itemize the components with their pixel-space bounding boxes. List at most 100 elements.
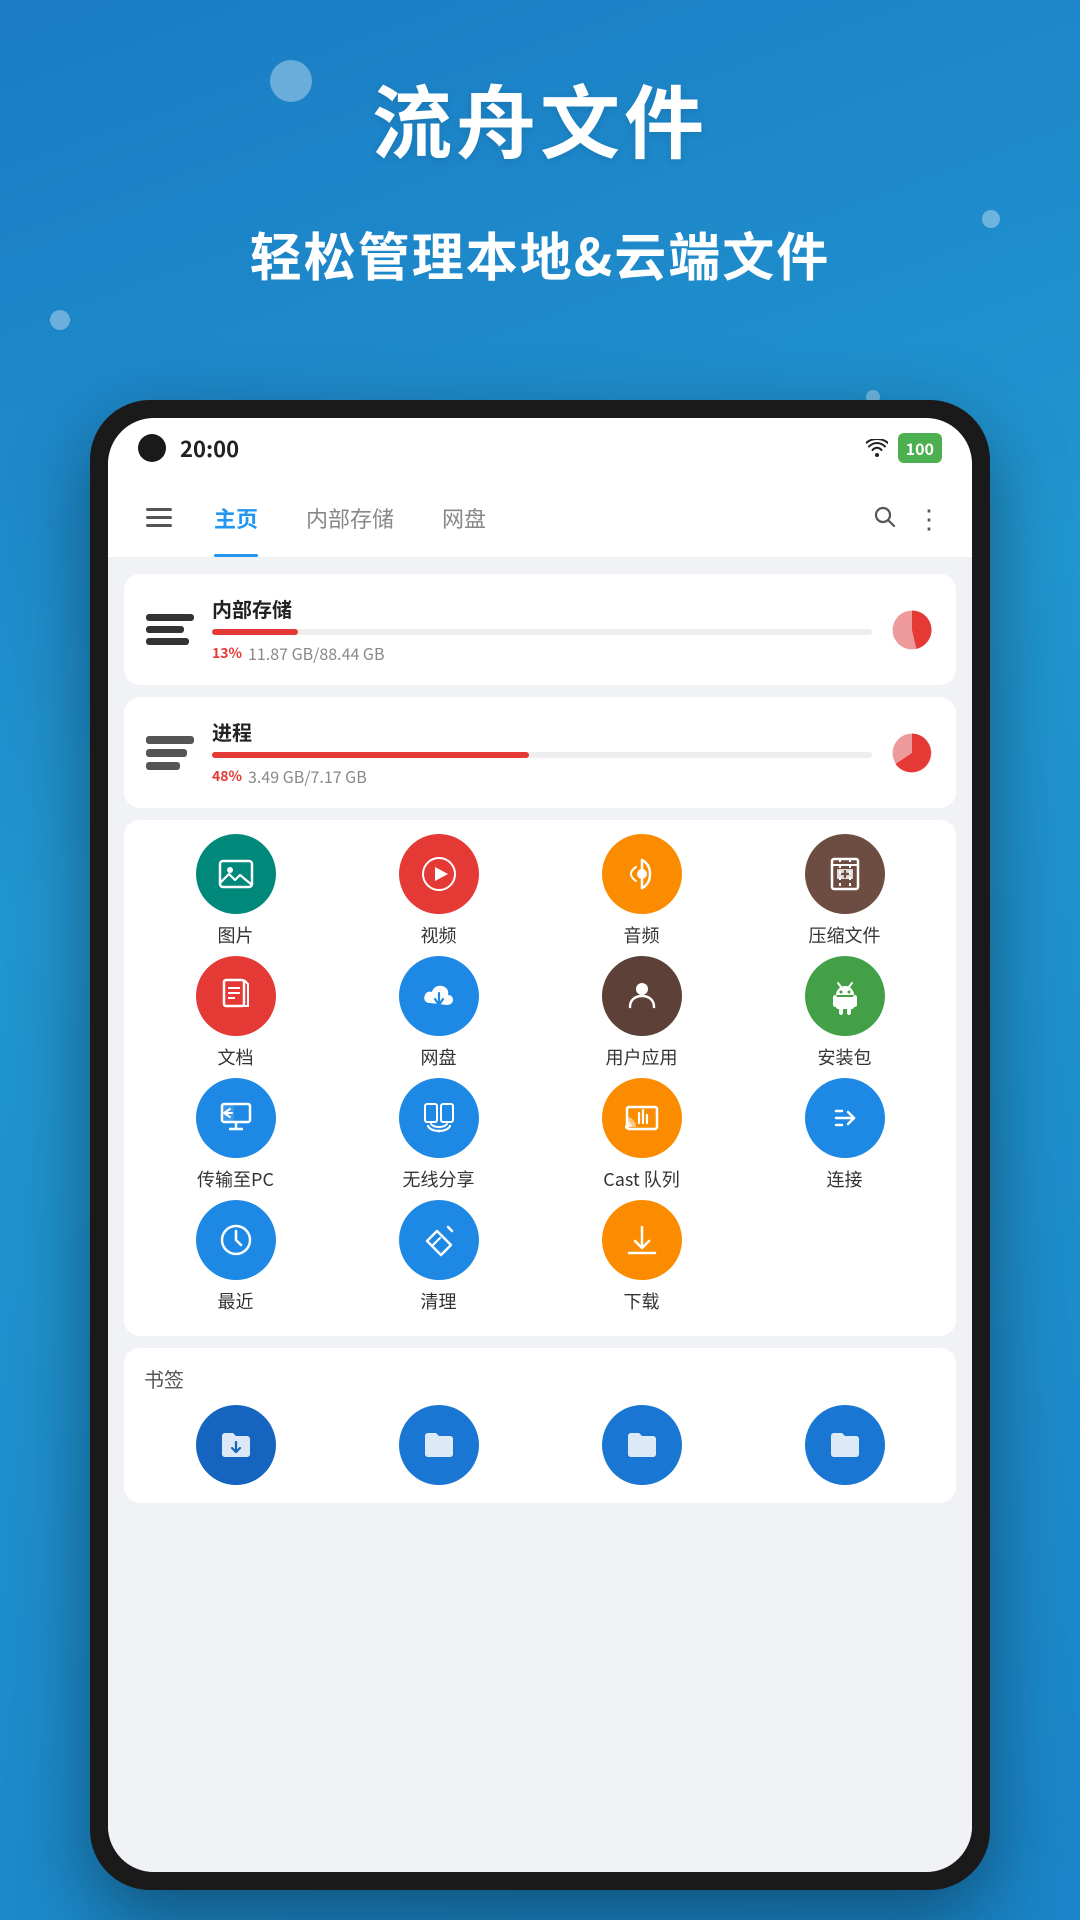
bookmark-section: 书签	[124, 1348, 956, 1503]
pc-icon	[196, 1078, 276, 1158]
phone-screen: 20:00 100	[108, 418, 972, 1872]
process-info: 进程 48% 3.49 GB/7.17 GB	[212, 717, 872, 788]
grid-item-connect[interactable]: 连接	[790, 1078, 900, 1192]
internal-storage-icon	[146, 606, 194, 654]
app-header: 流舟文件 轻松管理本地&云端文件	[0, 60, 1080, 291]
download-label: 下载	[624, 1288, 660, 1314]
grid-item-archive[interactable]: 压缩文件	[790, 834, 900, 948]
internal-pie	[890, 608, 934, 652]
doc-icon	[196, 956, 276, 1036]
grid-row-2: 文档 网盘 用户应用	[134, 956, 946, 1070]
wireless-label: 无线分享	[403, 1166, 475, 1192]
menu-icon[interactable]	[128, 499, 190, 536]
more-icon[interactable]: ⋮	[916, 499, 942, 536]
recent-label: 最近	[218, 1288, 254, 1314]
grid-item-video[interactable]: 视频	[384, 834, 494, 948]
clean-icon	[399, 1200, 479, 1280]
android-label: 安装包	[818, 1044, 872, 1070]
process-percent: 48%	[212, 766, 242, 786]
grid-item-cloud[interactable]: 网盘	[384, 956, 494, 1070]
grid-item-pc[interactable]: 传输至PC	[181, 1078, 291, 1192]
bookmark-item-3[interactable]	[587, 1405, 697, 1493]
bookmark-folder-icon-4	[805, 1405, 885, 1485]
userapp-icon	[602, 956, 682, 1036]
deco-dot-3	[50, 310, 70, 330]
bookmark-title: 书签	[134, 1364, 946, 1393]
nav-actions: ⋮	[872, 499, 952, 536]
camera-dot	[138, 434, 166, 462]
screen-content: 内部存储 13% 11.87 GB/88.44 GB	[108, 558, 972, 1872]
grid-item-image[interactable]: 图片	[181, 834, 291, 948]
nav-bar: 主页 内部存储 网盘 ⋮	[108, 478, 972, 558]
video-icon	[399, 834, 479, 914]
bookmark-row	[134, 1405, 946, 1493]
bookmark-item-4[interactable]	[790, 1405, 900, 1493]
audio-label: 音频	[624, 922, 660, 948]
phone-mockup: 20:00 100	[90, 400, 990, 1890]
storage-card-internal[interactable]: 内部存储 13% 11.87 GB/88.44 GB	[124, 574, 956, 685]
grid-item-download[interactable]: 下载	[587, 1200, 697, 1314]
bookmark-folder-icon-2	[399, 1405, 479, 1485]
recent-icon	[196, 1200, 276, 1280]
app-title: 流舟文件	[0, 60, 1080, 176]
tab-cloud[interactable]: 网盘	[418, 478, 510, 557]
process-pie	[890, 731, 934, 775]
app-subtitle: 轻松管理本地&云端文件	[0, 216, 1080, 291]
bookmark-folder-down-icon	[196, 1405, 276, 1485]
grid-row-4: 最近 清理 下载	[134, 1200, 946, 1314]
process-icon	[146, 729, 194, 777]
grid-item-clean[interactable]: 清理	[384, 1200, 494, 1314]
internal-storage-name: 内部存储	[212, 594, 872, 623]
status-bar: 20:00 100	[108, 418, 972, 478]
audio-icon	[602, 834, 682, 914]
cast-label: Cast 队列	[603, 1166, 679, 1192]
status-time: 20:00	[180, 432, 239, 464]
bookmark-folder-icon-3	[602, 1405, 682, 1485]
connect-label: 连接	[827, 1166, 863, 1192]
android-icon	[805, 956, 885, 1036]
status-right: 100	[866, 433, 942, 463]
bookmark-item-2[interactable]	[384, 1405, 494, 1493]
grid-section: 图片 视频 音频	[124, 820, 956, 1336]
grid-item-recent[interactable]: 最近	[181, 1200, 291, 1314]
process-progress-bar	[212, 752, 872, 758]
bookmark-item-1[interactable]	[181, 1405, 291, 1493]
status-left: 20:00	[138, 432, 239, 464]
internal-percent: 13%	[212, 643, 242, 663]
tab-home[interactable]: 主页	[190, 478, 282, 557]
connect-icon	[805, 1078, 885, 1158]
cast-icon	[602, 1078, 682, 1158]
wireless-icon	[399, 1078, 479, 1158]
wifi-icon	[866, 434, 888, 463]
grid-row-3: 传输至PC 无线分享 Cast 队列	[134, 1078, 946, 1192]
tab-internal[interactable]: 内部存储	[282, 478, 418, 557]
clean-label: 清理	[421, 1288, 457, 1314]
storage-card-process[interactable]: 进程 48% 3.49 GB/7.17 GB	[124, 697, 956, 808]
search-icon[interactable]	[872, 499, 896, 536]
grid-item-audio[interactable]: 音频	[587, 834, 697, 948]
archive-label: 压缩文件	[809, 922, 881, 948]
grid-item-cast[interactable]: Cast 队列	[587, 1078, 697, 1192]
grid-row-1: 图片 视频 音频	[134, 834, 946, 948]
process-name: 进程	[212, 717, 872, 746]
cloud-icon	[399, 956, 479, 1036]
download-icon	[602, 1200, 682, 1280]
internal-storage-fill	[212, 629, 298, 635]
video-label: 视频	[421, 922, 457, 948]
internal-storage-progress-bar	[212, 629, 872, 635]
grid-item-doc[interactable]: 文档	[181, 956, 291, 1070]
grid-item-userapp[interactable]: 用户应用	[587, 956, 697, 1070]
grid-item-wireless[interactable]: 无线分享	[384, 1078, 494, 1192]
userapp-label: 用户应用	[606, 1044, 678, 1070]
archive-icon	[805, 834, 885, 914]
doc-label: 文档	[218, 1044, 254, 1070]
grid-item-android[interactable]: 安装包	[790, 956, 900, 1070]
process-size: 3.49 GB/7.17 GB	[248, 764, 367, 788]
cloud-label: 网盘	[421, 1044, 457, 1070]
pc-label: 传输至PC	[197, 1166, 274, 1192]
battery-badge: 100	[898, 433, 942, 463]
image-label: 图片	[218, 922, 254, 948]
process-fill	[212, 752, 529, 758]
image-icon	[196, 834, 276, 914]
internal-storage-info: 内部存储 13% 11.87 GB/88.44 GB	[212, 594, 872, 665]
